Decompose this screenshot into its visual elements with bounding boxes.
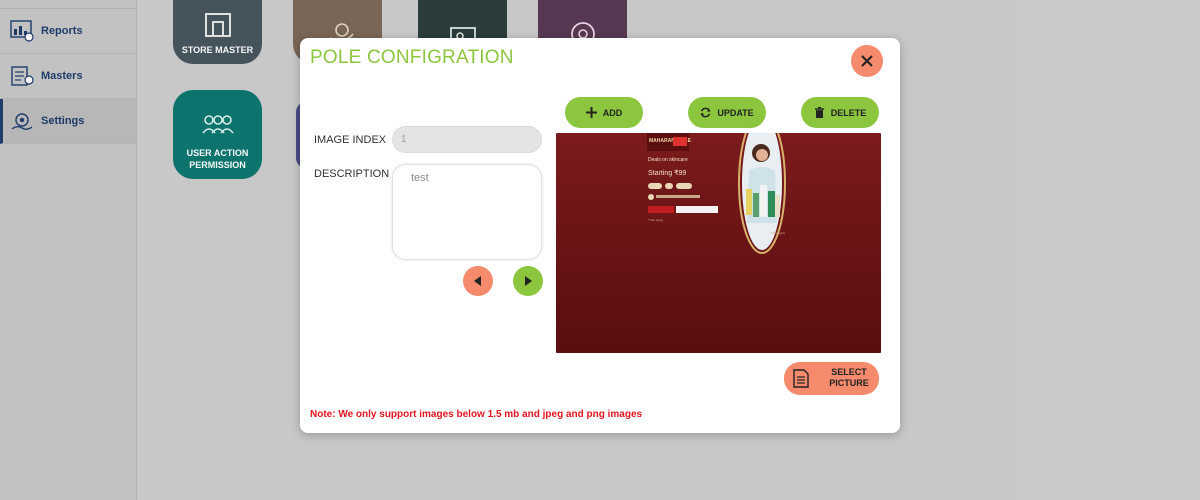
close-icon <box>861 55 873 67</box>
svg-text:*T&C apply: *T&C apply <box>648 218 664 222</box>
svg-text:*T&C apply: *T&C apply <box>770 231 786 235</box>
close-button[interactable] <box>851 45 883 77</box>
add-button-label: ADD <box>602 107 623 118</box>
previous-image-button[interactable] <box>463 266 493 296</box>
banner-deal-text: Deals on skincare <box>648 157 688 163</box>
delete-button-label: DELETE <box>830 107 867 118</box>
image-index-input[interactable] <box>392 126 542 153</box>
image-index-label: IMAGE INDEX <box>314 134 387 146</box>
description-label: DESCRIPTION <box>314 168 390 180</box>
promo-banner-image: MAHARANI SALE Deals on skincare Starting… <box>556 133 881 353</box>
delete-button[interactable]: DELETE <box>801 97 879 128</box>
update-button[interactable]: UPDATE <box>688 97 766 128</box>
upload-note: Note: We only support images below 1.5 m… <box>310 409 643 420</box>
trash-icon <box>814 107 824 118</box>
add-button[interactable]: ADD <box>565 97 643 128</box>
banner-price-text: Starting ₹99 <box>648 169 686 177</box>
document-icon <box>793 369 809 388</box>
refresh-icon <box>700 107 711 118</box>
select-picture-button[interactable]: SELECT PICTURE <box>784 362 879 395</box>
modal-title: POLE CONFIGRATION <box>310 47 514 68</box>
next-image-button[interactable] <box>513 266 543 296</box>
update-button-label: UPDATE <box>717 107 754 118</box>
description-textarea[interactable]: test <box>392 164 542 260</box>
caret-right-icon <box>525 276 532 286</box>
image-preview: MAHARANI SALE Deals on skincare Starting… <box>556 133 881 353</box>
pole-configuration-modal: POLE CONFIGRATION IMAGE INDEX DESCRIPTIO… <box>300 38 900 433</box>
select-picture-label: SELECT PICTURE <box>829 367 869 388</box>
caret-left-icon <box>474 276 481 286</box>
plus-icon <box>585 107 597 118</box>
